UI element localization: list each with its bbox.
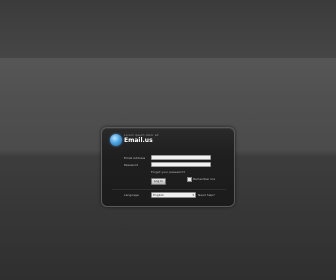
password-label: Password (124, 163, 139, 167)
language-selected-value: English (153, 193, 164, 197)
chevron-down-icon: ▾ (192, 193, 194, 197)
login-button[interactable]: Log In (151, 178, 166, 185)
panel-divider (112, 189, 226, 190)
help-link[interactable]: Need help? (198, 193, 215, 197)
email-label: Email Address (124, 156, 146, 160)
background-top-band (0, 0, 336, 58)
globe-logo-icon (110, 134, 122, 146)
language-label: Language (124, 193, 139, 197)
email-field[interactable] (151, 155, 211, 160)
language-select[interactable]: English ▾ (151, 192, 196, 198)
brand-name: Email.us (124, 137, 153, 144)
login-panel: Lorem ipsum dolor sit Email.us Email Add… (101, 127, 235, 207)
forgot-password-link[interactable]: Forgot your password? (151, 170, 185, 174)
remember-me-label: Remember me (193, 177, 216, 181)
password-field[interactable] (151, 162, 211, 167)
remember-me-checkbox[interactable] (187, 177, 192, 182)
